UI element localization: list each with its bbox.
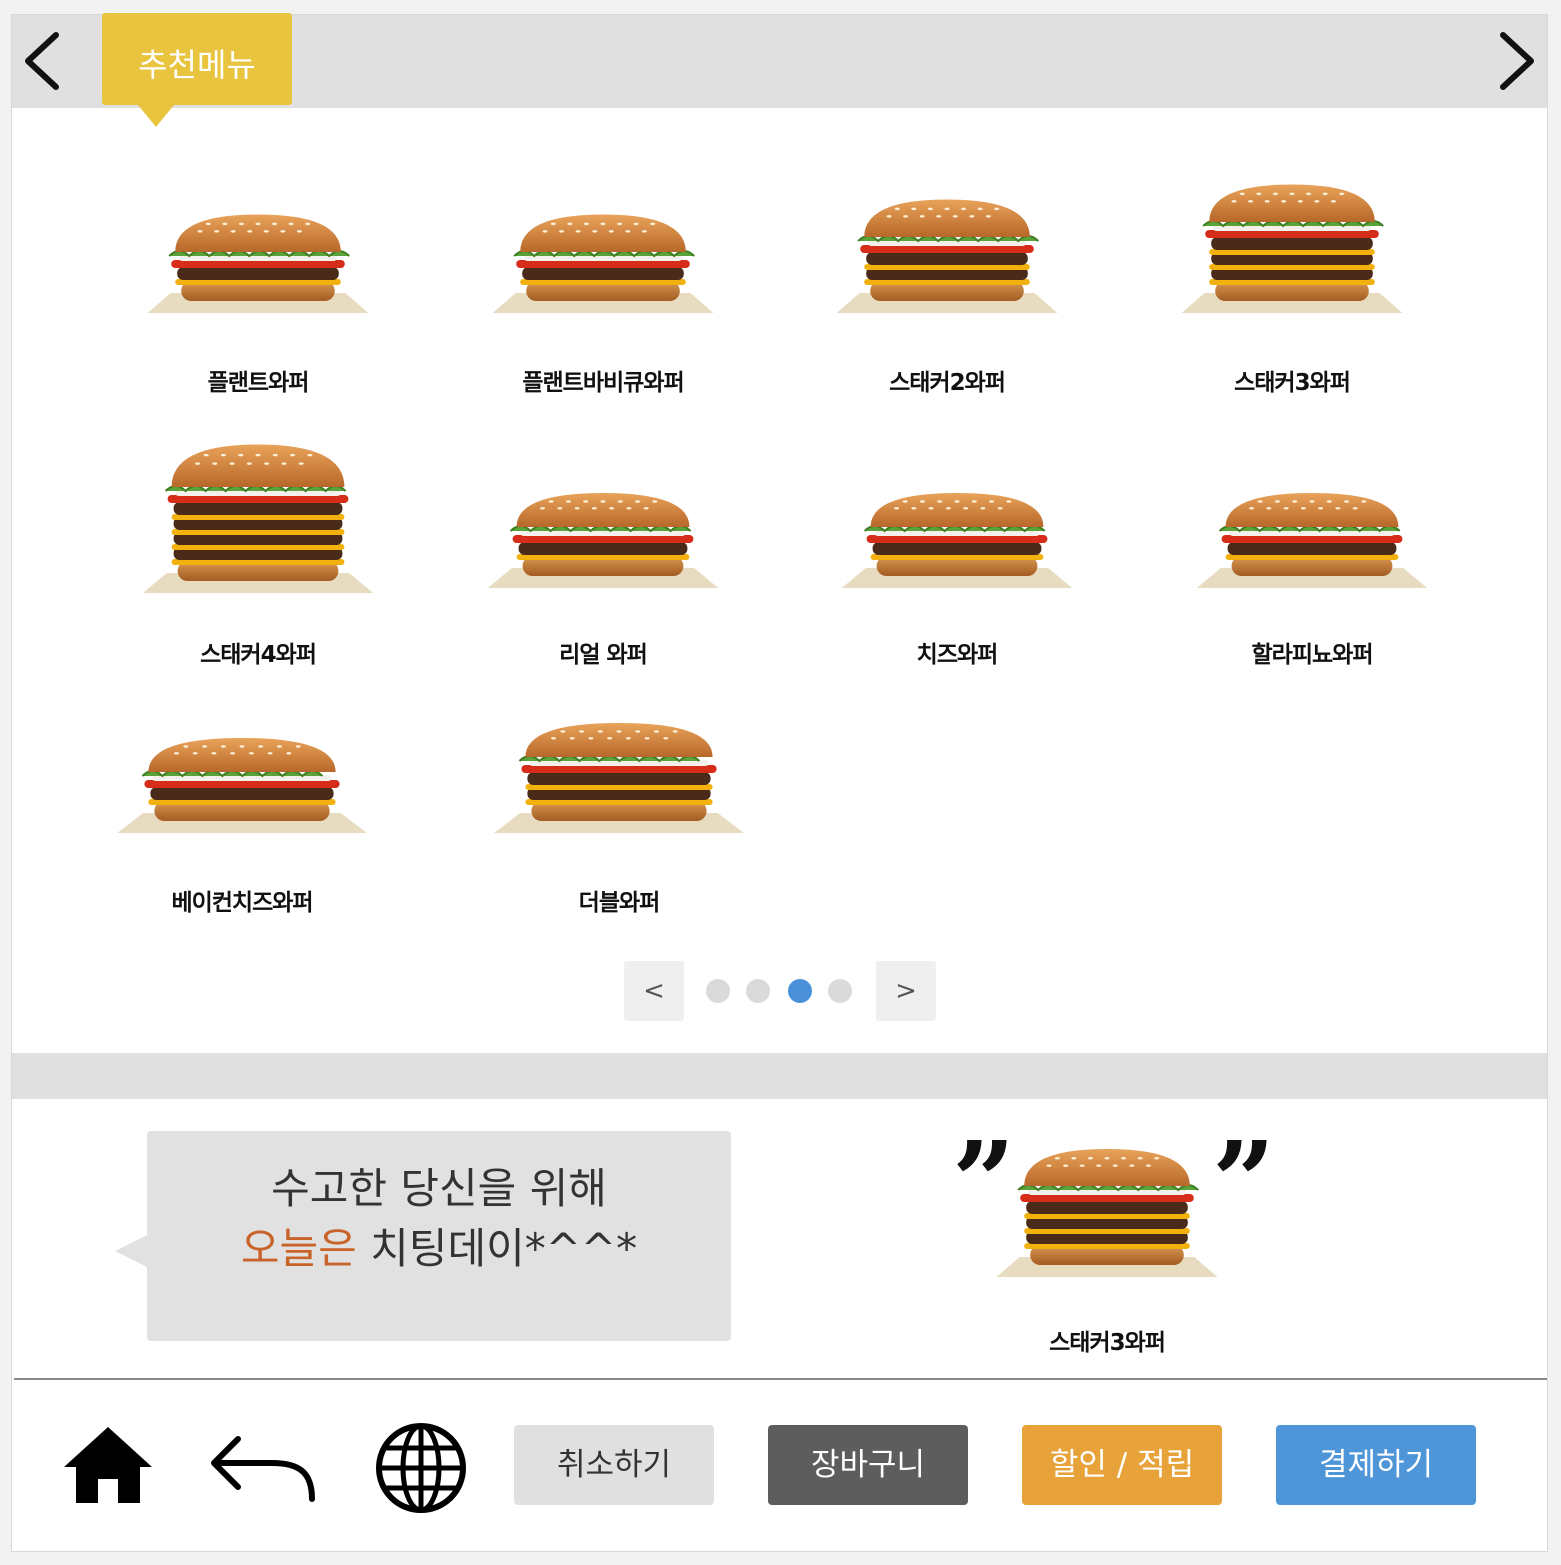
page-next-button[interactable]: > (876, 961, 936, 1021)
menu-item[interactable]: 할라피뇨와퍼 (1162, 455, 1462, 669)
burger-image (147, 214, 369, 313)
pay-button[interactable]: 결제하기 (1276, 1425, 1476, 1505)
top-bar: 추천메뉴 (12, 13, 1547, 127)
menu-item-name: 스태커2와퍼 (889, 370, 1006, 396)
burger-image (494, 723, 744, 833)
menu-item[interactable]: 스태커2와퍼 (797, 165, 1097, 397)
page-dot[interactable] (706, 979, 730, 1003)
featured-item-name: 스태커3와퍼 (1049, 1330, 1166, 1356)
featured-burger-image (996, 1149, 1218, 1277)
globe-icon[interactable] (374, 1421, 468, 1515)
back-arrow-icon[interactable] (208, 1433, 320, 1503)
home-icon[interactable] (60, 1423, 156, 1505)
menu-item-name: 플랜트바비큐와퍼 (522, 370, 684, 396)
burger-image (117, 738, 367, 833)
menu-item-name: 할라피뇨와퍼 (1251, 642, 1374, 668)
menu-item-name: 스태커4와퍼 (200, 642, 317, 668)
burger-image (492, 214, 714, 313)
promo-accent-text: 오늘은 (240, 1224, 357, 1273)
tab-recommended-label: 추천메뉴 (138, 46, 256, 84)
featured-item[interactable]: ” ” 스태커3와퍼 (952, 1127, 1275, 1367)
cancel-button[interactable]: 취소하기 (514, 1425, 714, 1505)
tab-recommended[interactable]: 추천메뉴 (102, 13, 292, 127)
burger-image (841, 493, 1073, 588)
close-quote: ” (1212, 1117, 1276, 1246)
menu-item[interactable]: 플랜트바비큐와퍼 (453, 165, 753, 397)
promo-speech-bubble: 수고한 당신을 위해 오늘은 치팅데이*^^* (115, 1131, 731, 1341)
menu-item-name: 플랜트와퍼 (207, 370, 310, 396)
cart-button[interactable]: 장바구니 (768, 1425, 968, 1505)
next-category-arrow-icon[interactable] (1491, 29, 1541, 93)
burger-image (1196, 493, 1428, 588)
burger-image (142, 444, 374, 593)
menu-item[interactable]: 스태커3와퍼 (1142, 165, 1442, 397)
menu-item[interactable]: 스태커4와퍼 (108, 425, 408, 669)
page-dot[interactable] (828, 979, 852, 1003)
menu-item[interactable]: 치즈와퍼 (807, 460, 1107, 669)
page-dot[interactable] (788, 979, 812, 1003)
menu-item[interactable]: 더블와퍼 (469, 705, 769, 917)
kiosk-frame: 추천메뉴 플랜트와퍼 플랜트바비큐와퍼 스태커2와퍼 스태커3와퍼 스태커4와퍼… (11, 13, 1548, 1552)
promo-line-2-rest: 치팅데이*^^* (356, 1224, 638, 1273)
pagination: < > (624, 961, 939, 1021)
menu-item[interactable]: 리얼 와퍼 (453, 460, 753, 669)
menu-item[interactable]: 플랜트와퍼 (108, 165, 408, 397)
tab-pointer (138, 105, 174, 127)
menu-item-name: 베이컨치즈와퍼 (171, 890, 313, 916)
menu-item-name: 리얼 와퍼 (559, 642, 648, 668)
menu-item-name: 스태커3와퍼 (1234, 370, 1351, 396)
menu-item-name: 치즈와퍼 (916, 642, 999, 668)
bubble-tail (115, 1235, 147, 1267)
promo-line-1: 수고한 당신을 위해 (271, 1164, 607, 1213)
page-dot[interactable] (746, 979, 770, 1003)
promo-line-2: 오늘은 치팅데이*^^* (147, 1219, 731, 1279)
burger-image (487, 493, 719, 588)
menu-item-name: 더블와퍼 (578, 890, 661, 916)
burger-image (1181, 184, 1403, 313)
page-prev-button[interactable]: < (624, 961, 684, 1021)
section-divider (12, 1053, 1547, 1099)
prev-category-arrow-icon[interactable] (18, 29, 68, 93)
menu-item[interactable]: 베이컨치즈와퍼 (92, 705, 392, 917)
burger-image (836, 199, 1058, 313)
discount-points-button[interactable]: 할인 / 적립 (1022, 1425, 1222, 1505)
footer-divider (14, 1378, 1547, 1380)
